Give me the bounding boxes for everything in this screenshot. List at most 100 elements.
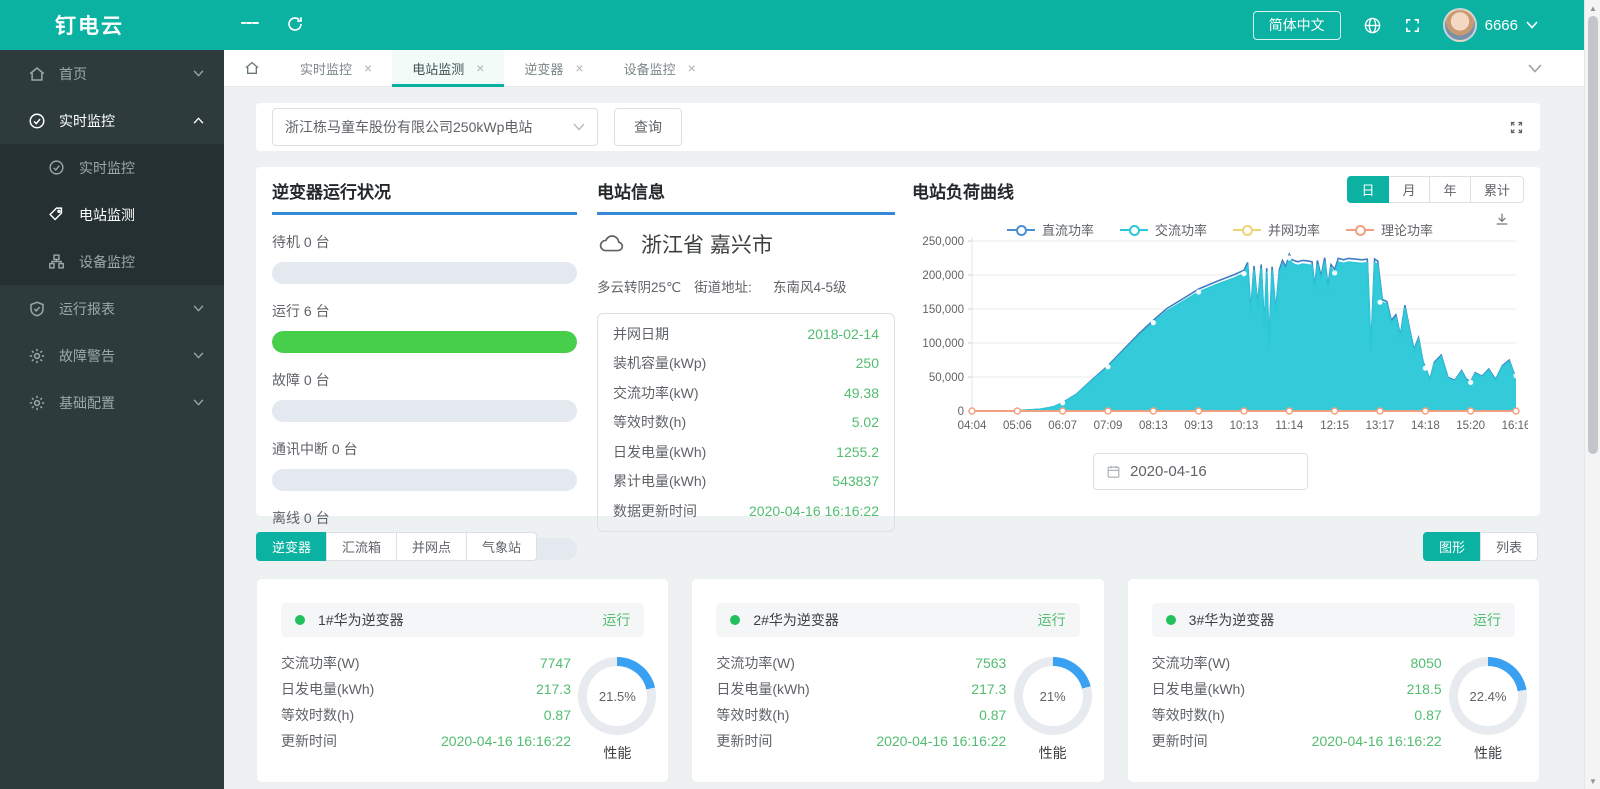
sidebar-item-base-config[interactable]: 基础配置 [0,379,224,426]
svg-text:15:20: 15:20 [1456,420,1485,432]
svg-text:09:13: 09:13 [1184,420,1213,432]
tabs-menu-chevron[interactable] [1528,64,1542,73]
table-row: 数据更新时间2020-04-16 16:16:22 [613,496,879,526]
inverter-cards-row: 1#华为逆变器 运行 交流功率(W)7747 日发电量(kWh)217.3 等效… [256,578,1540,783]
svg-text:07:09: 07:09 [1094,420,1123,432]
close-icon[interactable]: × [575,61,583,75]
gauge-label: 性能 [578,743,656,763]
chevron-up-icon [193,117,204,124]
performance-gauge: 21.5% [578,657,656,735]
page-tabs-bar: 实时监控× 电站监测× 逆变器× 设备监控× [224,50,1584,87]
station-select[interactable]: 浙江栋马童车股份有限公司250kWp电站 [272,108,598,146]
bar-label: 离线 0 台 [272,508,577,528]
sidebar-item-fault-alerts[interactable]: 故障警告 [0,332,224,379]
device-tab-combiner[interactable]: 汇流箱 [326,532,397,561]
sidebar-subitem-station-monitor[interactable]: 电站监测 [0,191,224,238]
tab-device-monitor[interactable]: 设备监控× [604,50,716,86]
close-icon[interactable]: × [364,61,372,75]
globe-icon[interactable] [1363,16,1382,35]
tab-home[interactable] [224,50,280,86]
device-tab-grid-point[interactable]: 并网点 [396,532,467,561]
status-dot-icon [295,615,305,625]
bar-label: 故障 0 台 [272,370,577,390]
metric-row: 日发电量(kWh)218.5 [1152,676,1442,702]
sidebar-collapse-icon[interactable] [241,17,259,33]
download-icon[interactable] [1494,211,1510,227]
close-icon[interactable]: × [476,61,484,75]
range-tab-total[interactable]: 累计 [1470,176,1524,203]
panel-title: 电站信息 [597,167,895,215]
inverter-card-1: 1#华为逆变器 运行 交流功率(W)7747 日发电量(kWh)217.3 等效… [256,578,669,783]
inverter-name: 3#华为逆变器 [1189,610,1275,630]
svg-text:04:04: 04:04 [958,420,987,432]
date-picker[interactable]: 2020-04-16 [1093,453,1308,490]
refresh-icon[interactable] [286,15,304,33]
vertical-scrollbar[interactable]: ▲ ▼ [1584,0,1600,789]
sidebar-item-realtime-monitor[interactable]: 实时监控 [0,97,224,144]
gauge-label: 性能 [1014,743,1092,763]
metric-row: 更新时间2020-04-16 16:16:22 [716,728,1006,754]
sidebar-item-reports[interactable]: 运行报表 [0,285,224,332]
tab-inverter[interactable]: 逆变器× [504,50,603,86]
tab-station-monitor[interactable]: 电站监测× [392,50,504,86]
chevron-down-icon [193,352,204,359]
sidebar-item-home[interactable]: 首页 [0,50,224,97]
fullscreen-icon[interactable] [1404,17,1421,34]
device-tab-weather-station[interactable]: 气象站 [466,532,537,561]
sidebar-subitem-device-monitor[interactable]: 设备监控 [0,238,224,285]
status-bar-fault [272,400,577,422]
range-tab-day[interactable]: 日 [1347,176,1389,203]
device-tab-inverter[interactable]: 逆变器 [256,532,327,561]
station-overview-card: 逆变器运行状况 待机 0 台 运行 6 台 故障 0 台 通讯中断 0 台 离线… [256,167,1540,516]
expand-icon[interactable] [1509,120,1524,135]
scroll-down-icon[interactable]: ▼ [1585,773,1600,789]
status-dot-icon [730,615,740,625]
table-row: 等效时数(h)5.02 [613,408,879,438]
svg-text:14:18: 14:18 [1411,420,1440,432]
close-icon[interactable]: × [688,61,696,75]
inverter-status-link[interactable]: 运行 [1038,610,1066,630]
gauge-label: 性能 [1449,743,1527,763]
svg-text:200,000: 200,000 [922,270,964,282]
table-row: 装机容量(kWp)250 [613,349,879,379]
chevron-down-icon [573,123,585,131]
inverter-name: 1#华为逆变器 [318,610,404,630]
gear-icon [28,394,46,412]
station-location: 浙江省 嘉兴市 [641,229,773,259]
user-menu[interactable]: 6666 [1443,8,1538,42]
range-tab-year[interactable]: 年 [1429,176,1471,203]
username: 6666 [1485,17,1518,34]
gear-icon [28,347,46,365]
query-button[interactable]: 查询 [614,108,682,146]
language-button[interactable]: 简体中文 [1253,11,1341,40]
load-curve-chart[interactable]: 050,000100,000150,000200,000250,00004:04… [912,227,1528,449]
status-bar-comm-lost [272,469,577,491]
sidebar-submenu: 实时监控 电站监测 设备监控 [0,144,224,285]
scroll-up-icon[interactable]: ▲ [1585,0,1600,16]
chevron-down-icon [193,399,204,406]
svg-text:08:13: 08:13 [1139,420,1168,432]
app-root: 钉电云 简体中文 6666 首页 实 [0,0,1600,789]
svg-text:13:17: 13:17 [1366,420,1395,432]
device-type-tabs: 逆变器 汇流箱 并网点 气象站 [256,532,537,561]
view-tab-graph[interactable]: 图形 [1423,532,1481,561]
inverter-name: 2#华为逆变器 [753,610,839,630]
svg-text:150,000: 150,000 [922,304,964,316]
metric-row: 交流功率(W)7747 [281,650,571,676]
calendar-icon [1106,464,1121,479]
scrollbar-thumb[interactable] [1588,16,1598,454]
cloud-icon [597,232,627,256]
station-info-table: 并网日期2018-02-14 装机容量(kWp)250 交流功率(kW)49.3… [597,313,895,532]
range-tab-month[interactable]: 月 [1388,176,1430,203]
inverter-status-link[interactable]: 运行 [602,610,630,630]
tab-realtime-monitor[interactable]: 实时监控× [280,50,392,86]
chevron-down-icon [1526,21,1538,29]
metric-row: 更新时间2020-04-16 16:16:22 [1152,728,1442,754]
sidebar-nav: 首页 实时监控 实时监控 电站监测 设备监控 运行报表 [0,50,224,789]
weather-text: 多云转阴25℃ [597,276,681,296]
address-label: 街道地址: [694,276,752,296]
metric-row: 更新时间2020-04-16 16:16:22 [281,728,571,754]
sidebar-subitem-realtime[interactable]: 实时监控 [0,144,224,191]
view-tab-list[interactable]: 列表 [1480,532,1538,561]
inverter-status-link[interactable]: 运行 [1473,610,1501,630]
